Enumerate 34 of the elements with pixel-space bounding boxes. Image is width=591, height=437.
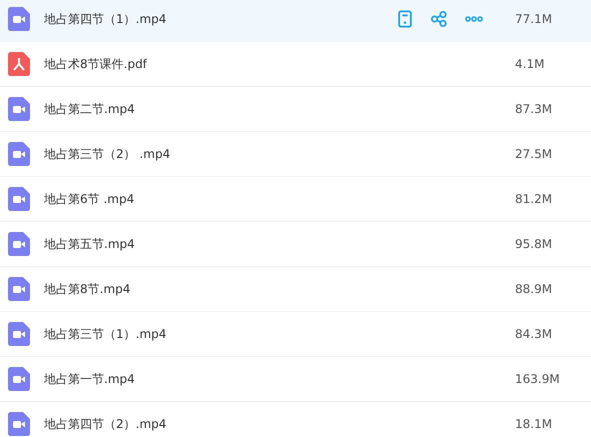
video-file-icon xyxy=(8,232,30,256)
file-size: 27.5M xyxy=(515,147,554,161)
phone-icon[interactable] xyxy=(397,10,413,28)
share-icon[interactable] xyxy=(431,10,447,28)
file-size: 88.9M xyxy=(515,282,554,296)
video-file-icon xyxy=(8,412,30,436)
video-file-icon xyxy=(8,97,30,121)
file-name: 地占第二节.mp4 xyxy=(44,100,136,118)
video-file-icon xyxy=(8,277,30,301)
video-file-icon xyxy=(8,322,30,346)
file-name: 地占第四节（1）.mp4 xyxy=(44,10,168,28)
file-size: 84.3M xyxy=(515,327,554,341)
file-name: 地占第五节.mp4 xyxy=(44,236,136,252)
file-name: 地占第三节（2） .mp4 xyxy=(44,146,172,162)
pdf-file-icon xyxy=(8,52,30,76)
file-size: 87.3M xyxy=(515,102,554,116)
file-name: 地占第一节.mp4 xyxy=(44,370,136,388)
file-size: 81.2M xyxy=(515,192,554,206)
video-file-icon xyxy=(8,367,30,391)
video-file-icon xyxy=(8,142,30,166)
file-size: 163.9M xyxy=(515,372,561,386)
more-icon[interactable] xyxy=(465,16,483,22)
file-size: 18.1M xyxy=(515,417,554,431)
video-file-icon xyxy=(8,187,30,211)
file-size: 4.1M xyxy=(515,57,546,71)
file-size: 77.1M xyxy=(515,12,554,26)
file-name: 地占术8节课件.pdf xyxy=(44,56,148,72)
file-name: 地占第三节（1）.mp4 xyxy=(44,326,168,342)
video-file-icon xyxy=(8,7,30,31)
file-row[interactable]: 地占第四节（1）.mp4 77.1M xyxy=(0,0,591,42)
file-name: 地占第8节.mp4 xyxy=(44,280,132,298)
file-name: 地占第6节 .mp4 xyxy=(44,190,136,208)
file-size: 95.8M xyxy=(515,237,554,251)
file-name: 地占第四节（2）.mp4 xyxy=(44,416,168,432)
